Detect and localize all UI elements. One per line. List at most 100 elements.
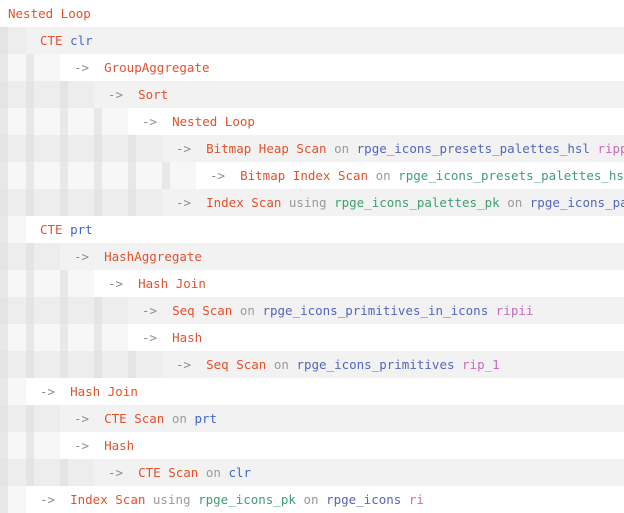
indent-guide-bar — [0, 270, 8, 297]
plan-row-text: -> GroupAggregate — [74, 54, 209, 81]
plan-token-op: Index Scan — [206, 195, 281, 210]
plan-row[interactable]: -> Seq Scan on rpge_icons_primitives_in_… — [0, 297, 624, 324]
tree-arrow-icon: -> — [74, 438, 104, 453]
plan-token-table: rpge_icons_primitives_in_icons — [262, 303, 488, 318]
indent-guide-bar — [26, 405, 34, 432]
plan-row[interactable]: -> Bitmap Index Scan on rpge_icons_prese… — [0, 162, 624, 189]
plan-row[interactable]: -> Index Scan using rpge_icons_pk on rpg… — [0, 486, 624, 513]
plan-token-alias: ripii — [496, 303, 534, 318]
plan-token-op: HashAggregate — [104, 249, 202, 264]
plan-token-op: CTE Scan — [104, 411, 164, 426]
plan-token-table: rpge_icons_palettes — [530, 195, 624, 210]
indent-guide-bar — [26, 108, 34, 135]
indent-guide-bar — [60, 351, 68, 378]
indent-guides — [0, 27, 624, 54]
plan-row[interactable]: -> Sort — [0, 81, 624, 108]
plan-row[interactable]: -> CTE Scan on prt — [0, 405, 624, 432]
plan-token-op: Seq Scan — [206, 357, 266, 372]
plan-token-alias: ri — [409, 492, 424, 507]
plan-row[interactable]: -> Seq Scan on rpge_icons_primitives rip… — [0, 351, 624, 378]
indent-guide-bar — [26, 81, 34, 108]
plan-token-alias: ripph — [597, 141, 624, 156]
indent-cell — [8, 108, 26, 135]
indent-cell — [102, 189, 128, 216]
plan-token-op: Bitmap Index Scan — [240, 168, 368, 183]
indent-cell — [68, 189, 94, 216]
indent-cell — [8, 135, 26, 162]
indent-cell — [102, 351, 128, 378]
plan-row[interactable]: Nested Loop — [0, 0, 624, 27]
indent-guide-bar — [60, 270, 68, 297]
indent-guide-bar — [0, 216, 8, 243]
plan-token-kw: on — [507, 195, 522, 210]
plan-token-kw: using — [289, 195, 327, 210]
plan-row[interactable]: CTE clr — [0, 27, 624, 54]
plan-token-cte: prt — [194, 411, 217, 426]
indent-guide-bar — [94, 162, 102, 189]
indent-cell — [136, 162, 162, 189]
tree-arrow-icon: -> — [142, 114, 172, 129]
plan-row[interactable]: -> Hash Join — [0, 270, 624, 297]
plan-row[interactable]: -> Hash Join — [0, 378, 624, 405]
indent-guide-bar — [0, 54, 8, 81]
plan-token-sp — [522, 195, 530, 210]
plan-row[interactable]: -> CTE Scan on clr — [0, 459, 624, 486]
plan-row[interactable]: -> HashAggregate — [0, 243, 624, 270]
indent-cell — [34, 108, 60, 135]
plan-row[interactable]: -> Hash — [0, 432, 624, 459]
plan-row-text: -> Index Scan using rpge_icons_pk on rpg… — [40, 486, 424, 513]
indent-cell — [68, 297, 94, 324]
plan-token-sp — [63, 222, 71, 237]
plan-row[interactable]: -> Bitmap Heap Scan on rpge_icons_preset… — [0, 135, 624, 162]
indent-cell — [8, 405, 26, 432]
plan-token-kw: on — [172, 411, 187, 426]
indent-cell — [34, 270, 60, 297]
indent-guide-bar — [0, 324, 8, 351]
plan-token-sp — [191, 492, 199, 507]
plan-row[interactable]: CTE prt — [0, 216, 624, 243]
plan-token-sp — [266, 357, 274, 372]
indent-guide-bar — [94, 351, 102, 378]
indent-cell — [8, 324, 26, 351]
indent-cell — [8, 351, 26, 378]
indent-cell — [34, 81, 60, 108]
indent-guide-bar — [26, 459, 34, 486]
plan-token-sp — [368, 168, 376, 183]
plan-token-op: Bitmap Heap Scan — [206, 141, 326, 156]
indent-guide-bar — [0, 108, 8, 135]
indent-guides — [0, 270, 624, 297]
plan-row[interactable]: -> GroupAggregate — [0, 54, 624, 81]
tree-arrow-icon: -> — [142, 330, 172, 345]
tree-arrow-icon: -> — [210, 168, 240, 183]
indent-guide-bar — [94, 108, 102, 135]
plan-token-op: CTE — [40, 33, 63, 48]
plan-row[interactable]: -> Hash — [0, 324, 624, 351]
indent-guide-bar — [0, 243, 8, 270]
indent-cell — [102, 162, 128, 189]
indent-guide-bar — [0, 297, 8, 324]
indent-guide-bar — [60, 108, 68, 135]
plan-token-table: rpge_icons_presets_palettes_hsl — [357, 141, 590, 156]
indent-cell — [8, 27, 26, 54]
plan-token-sp — [164, 411, 172, 426]
plan-row[interactable]: -> Nested Loop — [0, 108, 624, 135]
indent-guides — [0, 81, 624, 108]
plan-token-sp — [281, 195, 289, 210]
plan-row[interactable]: -> Index Scan using rpge_icons_palettes_… — [0, 189, 624, 216]
indent-guide-bar — [26, 432, 34, 459]
indent-guides — [0, 0, 624, 27]
indent-guide-bar — [0, 378, 8, 405]
plan-row-text: -> Index Scan using rpge_icons_palettes_… — [176, 189, 624, 216]
plan-row-text: -> Hash Join — [40, 378, 138, 405]
indent-guide-bar — [162, 162, 170, 189]
plan-token-op: Hash Join — [138, 276, 206, 291]
indent-cell — [8, 297, 26, 324]
indent-guide-bar — [0, 81, 8, 108]
plan-token-sp — [63, 33, 71, 48]
indent-cell — [68, 81, 94, 108]
indent-cell — [102, 135, 128, 162]
indent-cell — [102, 108, 128, 135]
tree-arrow-icon: -> — [108, 276, 138, 291]
indent-guides — [0, 324, 624, 351]
indent-cell — [34, 405, 60, 432]
